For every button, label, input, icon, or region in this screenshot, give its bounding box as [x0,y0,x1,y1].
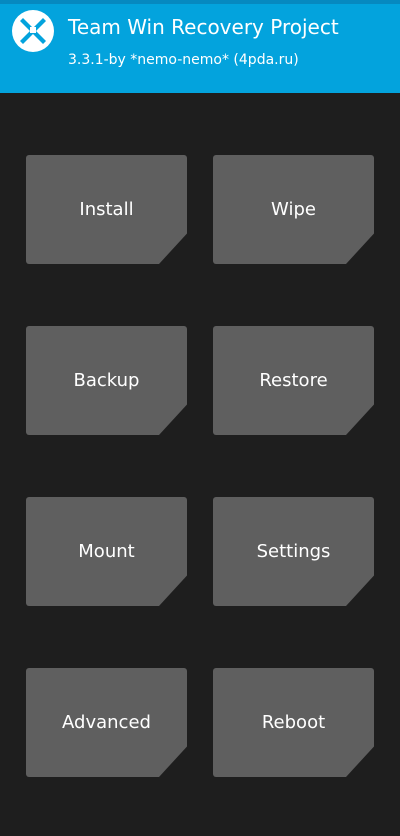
advanced-button[interactable]: Advanced [26,668,187,777]
wipe-button-label: Wipe [271,199,316,220]
install-button-label: Install [79,199,134,220]
restore-button[interactable]: Restore [213,326,374,435]
install-button[interactable]: Install [26,155,187,264]
version-subtitle: 3.3.1-by *nemo-nemo* (4pda.ru) [68,52,299,68]
mount-button[interactable]: Mount [26,497,187,606]
backup-button-label: Backup [73,370,140,391]
page-title: Team Win Recovery Project [68,15,339,39]
settings-button[interactable]: Settings [213,497,374,606]
backup-button[interactable]: Backup [26,326,187,435]
settings-button-label: Settings [256,541,331,562]
wipe-button[interactable]: Wipe [213,155,374,264]
advanced-button-label: Advanced [62,712,151,733]
restore-button-label: Restore [259,370,328,391]
twrp-logo-icon [12,10,54,52]
header-top-stripe [0,0,400,4]
mount-button-label: Mount [78,541,135,562]
reboot-button-label: Reboot [261,712,326,733]
reboot-button[interactable]: Reboot [213,668,374,777]
app-header: Team Win Recovery Project 3.3.1-by *nemo… [0,0,400,93]
